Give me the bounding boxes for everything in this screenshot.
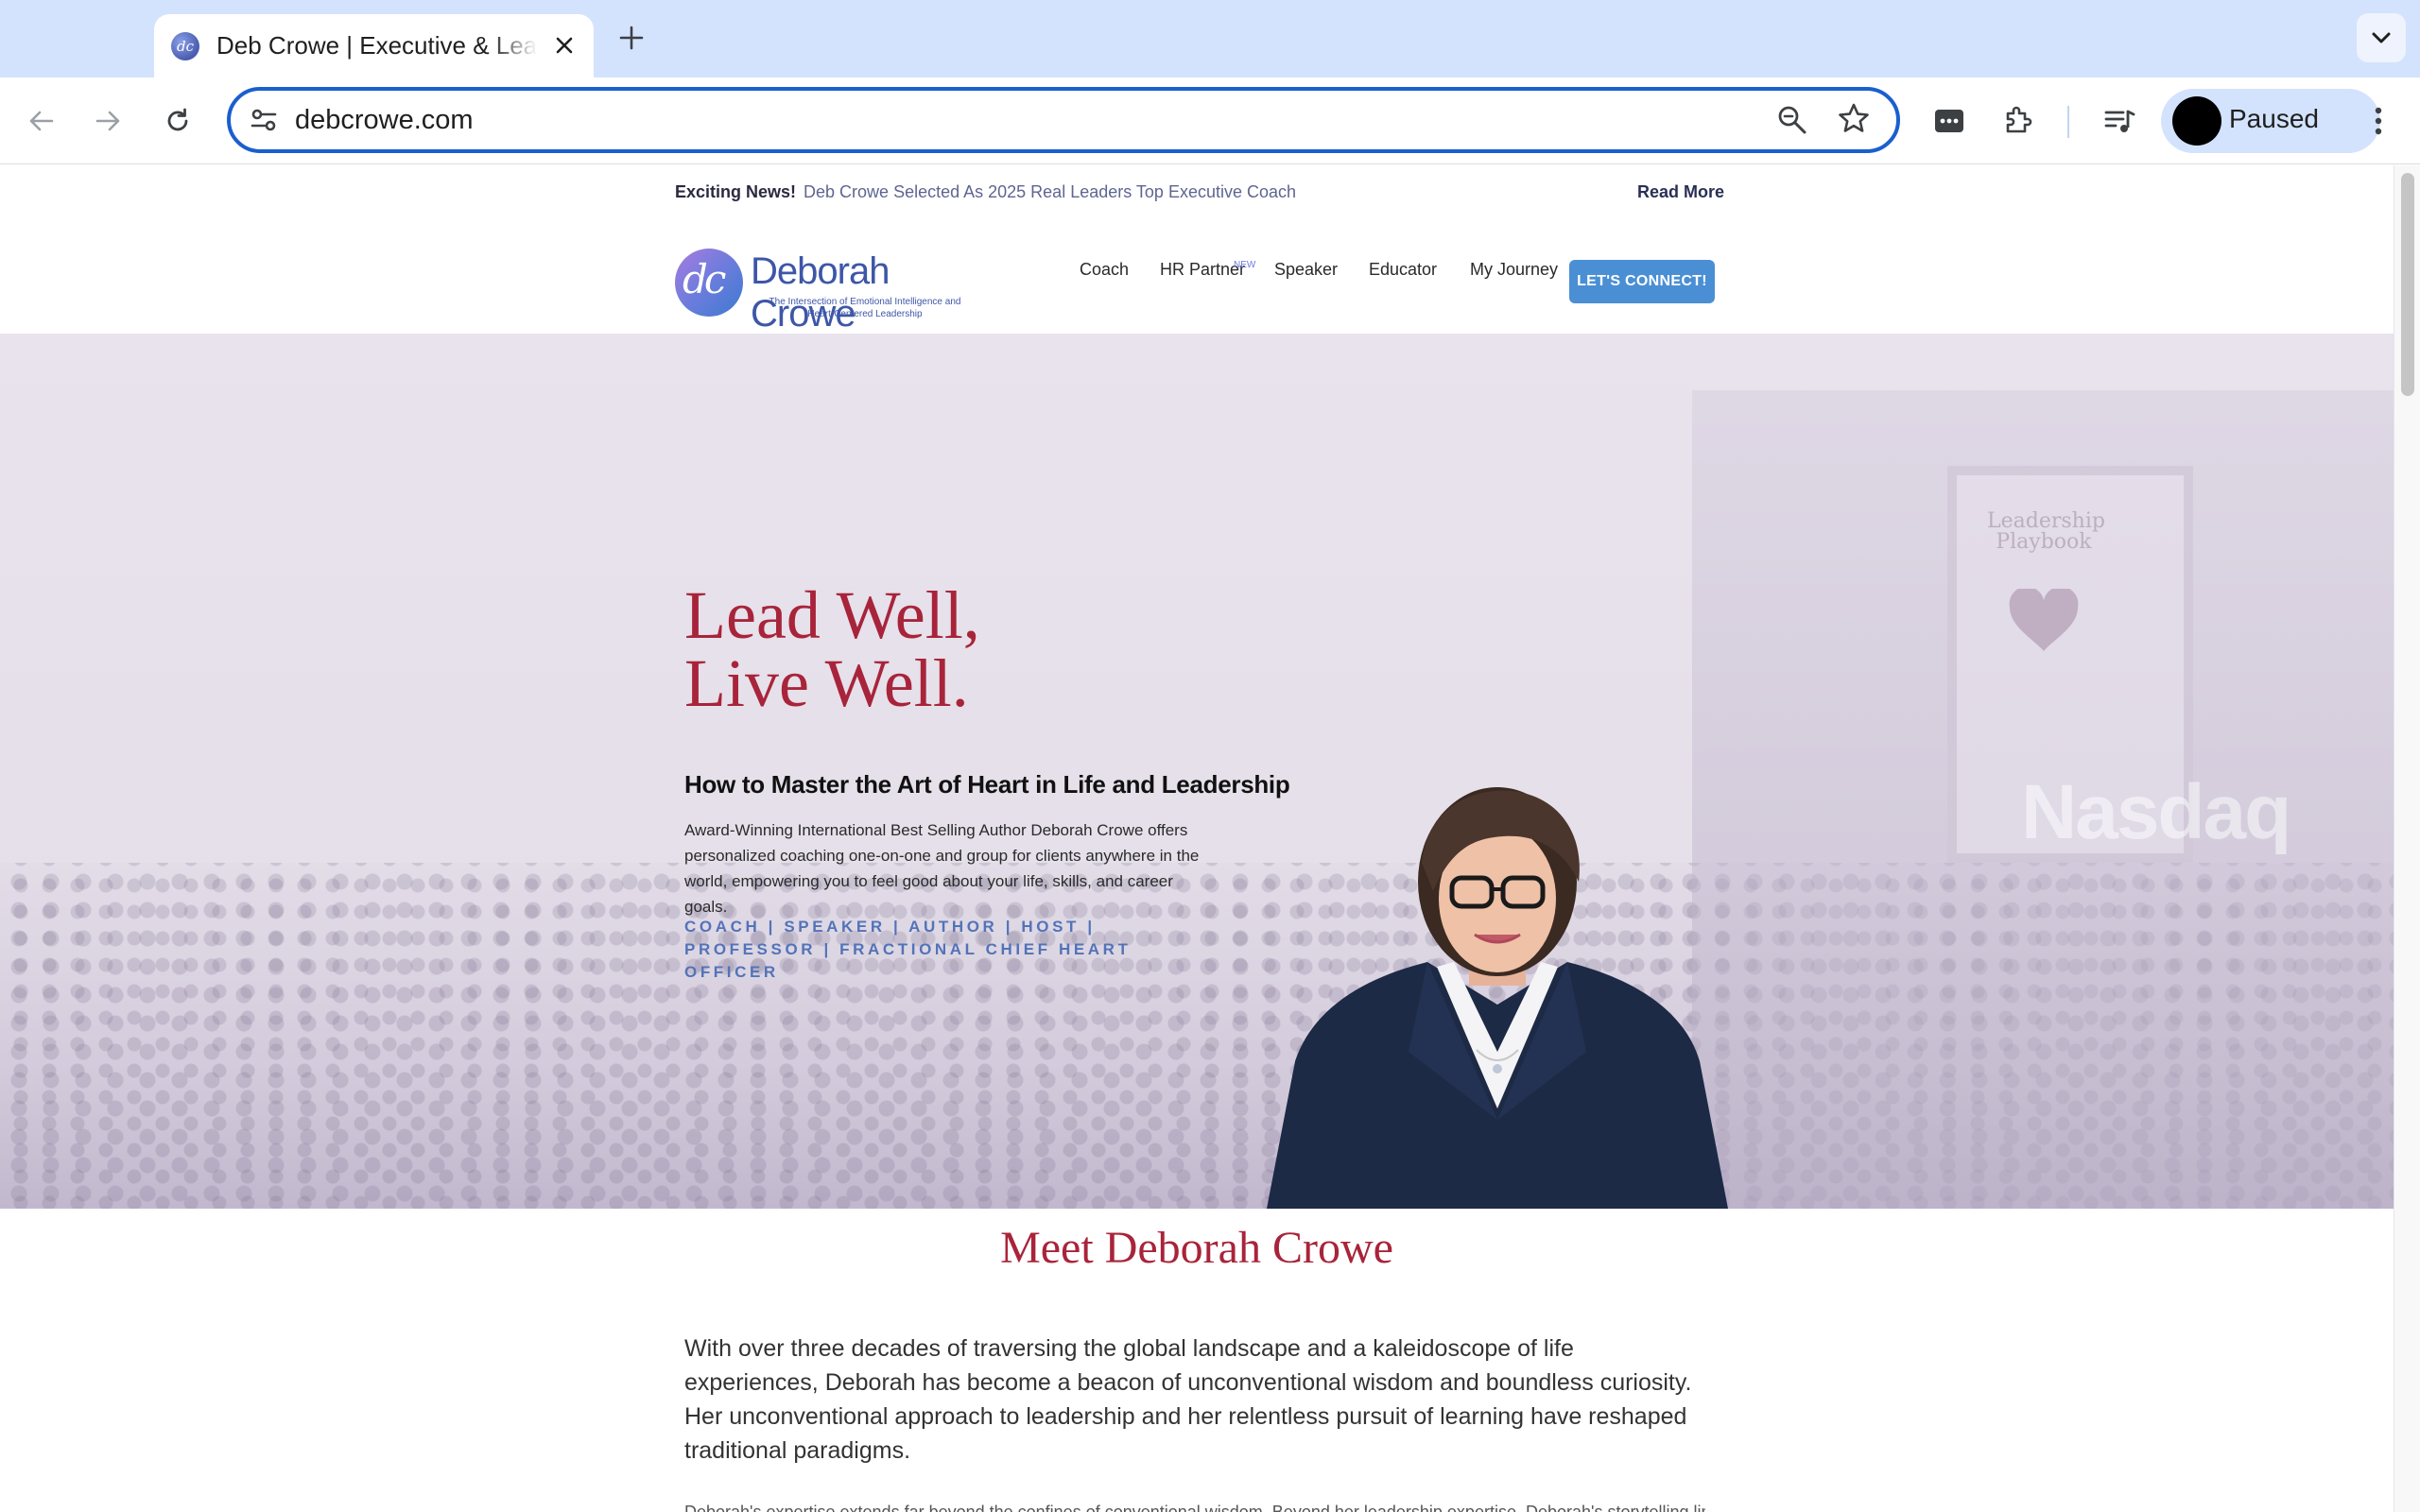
billboard-book-title: Leadership Playbook bbox=[1987, 509, 2105, 554]
new-tab-icon[interactable] bbox=[613, 19, 650, 57]
page-viewport: Exciting News! Deb Crowe Selected As 2025… bbox=[0, 165, 2394, 1512]
meet-section-title: Meet Deborah Crowe bbox=[1000, 1223, 1393, 1273]
more-menu-kebab-icon[interactable] bbox=[2356, 98, 2401, 144]
tab-strip: dc Deb Crowe | Executive & Leadership Co… bbox=[0, 0, 2420, 77]
address-bar[interactable]: debcrowe.com bbox=[227, 87, 1900, 153]
hero-section: Leadership Playbook Nasdaq Lead Well, Li… bbox=[0, 334, 2394, 1209]
url-text[interactable]: debcrowe.com bbox=[295, 105, 474, 136]
logo-monogram-icon: dc bbox=[675, 249, 743, 317]
nasdaq-sign: Nasdaq bbox=[2021, 769, 2291, 855]
logo-tagline: The Intersection of Emotional Intelligen… bbox=[769, 297, 961, 319]
hero-description: Award-Winning International Best Selling… bbox=[684, 821, 1200, 916]
bookmark-star-icon[interactable] bbox=[1836, 101, 1872, 142]
browser-tab-active[interactable]: dc Deb Crowe | Executive & Leadership Co… bbox=[154, 14, 594, 77]
forward-arrow-icon[interactable] bbox=[83, 96, 132, 146]
hero-headline-line-1: Lead Well, bbox=[684, 577, 980, 653]
media-controls-icon[interactable] bbox=[2097, 98, 2142, 144]
tab-title: Deb Crowe | Executive & Leadership Coach bbox=[216, 31, 538, 60]
site-logo[interactable]: dc Deborah Crowe The Intersection of Emo… bbox=[675, 249, 968, 335]
deborah-portrait-image bbox=[1267, 787, 1728, 1209]
browser-toolbar: debcrowe.com Paused bbox=[0, 77, 2420, 164]
nav-item-hr-partner[interactable]: HR Partner bbox=[1160, 260, 1245, 280]
zoom-icon[interactable] bbox=[1775, 103, 1809, 142]
hero-headline-line-2: Live Well. bbox=[684, 645, 969, 721]
profile-status: Paused bbox=[2229, 104, 2319, 133]
avatar bbox=[2172, 96, 2221, 146]
hero-subheading: How to Master the Art of Heart in Life a… bbox=[684, 770, 1290, 799]
announcement-bar: Exciting News! Deb Crowe Selected As 2025… bbox=[675, 182, 1296, 202]
meet-paragraph-continued: Deborah's expertise extends far beyond t… bbox=[684, 1503, 1705, 1512]
site-favicon-icon: dc bbox=[171, 31, 199, 60]
back-arrow-icon[interactable] bbox=[17, 96, 66, 146]
nav-item-my-journey[interactable]: My Journey bbox=[1470, 260, 1558, 280]
toolbar-divider bbox=[2067, 106, 2069, 138]
meet-paragraph: With over three decades of traversing th… bbox=[684, 1335, 1692, 1464]
tab-search-chevron-down-icon[interactable] bbox=[2357, 13, 2406, 62]
nav-item-educator[interactable]: Educator bbox=[1369, 260, 1437, 280]
hero-roles: COACH | SPEAKER | AUTHOR | HOST | PROFES… bbox=[684, 918, 1132, 981]
close-tab-icon[interactable] bbox=[548, 29, 580, 61]
profile-button[interactable]: Paused bbox=[2161, 89, 2380, 153]
reload-icon[interactable] bbox=[153, 96, 202, 146]
new-badge: NEW bbox=[1234, 260, 1256, 270]
announcement-message[interactable]: Deb Crowe Selected As 2025 Real Leaders … bbox=[804, 182, 1296, 201]
read-more-link[interactable]: Read More bbox=[1637, 182, 1724, 202]
password-manager-icon[interactable] bbox=[1927, 98, 1972, 144]
nav-item-speaker[interactable]: Speaker bbox=[1274, 260, 1338, 280]
site-settings-icon[interactable] bbox=[248, 104, 280, 141]
announcement-label: Exciting News! bbox=[675, 182, 797, 201]
hero-headline: Lead Well, Live Well. bbox=[684, 581, 980, 717]
logo-name: Deborah Crowe bbox=[751, 250, 890, 335]
extensions-puzzle-icon[interactable] bbox=[1995, 98, 2040, 144]
page-scrollbar[interactable] bbox=[2394, 165, 2420, 1512]
scrollbar-thumb[interactable] bbox=[2401, 173, 2414, 396]
nav-item-coach[interactable]: Coach bbox=[1080, 260, 1129, 280]
lets-connect-button[interactable]: LET'S CONNECT! bbox=[1569, 260, 1715, 303]
heart-icon bbox=[2009, 589, 2079, 651]
